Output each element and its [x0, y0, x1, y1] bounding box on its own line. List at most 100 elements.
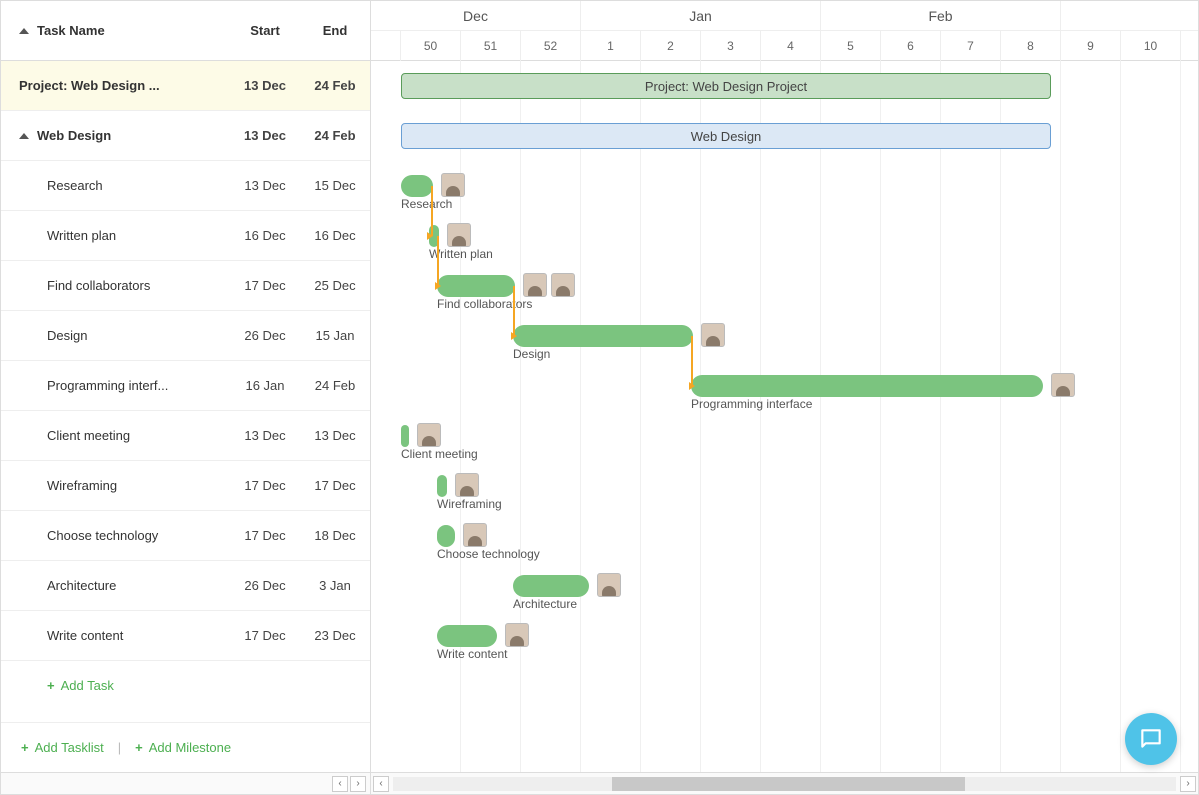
- gantt-h-scroll: ‹ ›: [371, 772, 1198, 794]
- project-summary-bar[interactable]: Project: Web Design Project: [401, 73, 1051, 99]
- chat-icon: [1138, 726, 1164, 752]
- task-end: 15 Jan: [300, 328, 370, 343]
- gantt-row: Architecture: [371, 561, 1198, 611]
- task-bar[interactable]: [437, 275, 515, 297]
- task-row[interactable]: Written plan 16 Dec 16 Dec: [1, 211, 370, 261]
- task-bar-label: Design: [513, 347, 550, 361]
- plus-icon: +: [21, 740, 29, 755]
- gantt-body[interactable]: Project: Web Design ProjectWeb DesignRes…: [371, 61, 1198, 772]
- assignee-avatar[interactable]: [701, 323, 725, 347]
- scroll-track[interactable]: [393, 777, 1176, 791]
- group-summary-bar[interactable]: Web Design: [401, 123, 1051, 149]
- task-bar[interactable]: [437, 625, 497, 647]
- col-start[interactable]: Start: [230, 23, 300, 38]
- task-bar[interactable]: [401, 425, 409, 447]
- gantt-row: Design: [371, 311, 1198, 361]
- task-bar-label: Architecture: [513, 597, 577, 611]
- assignee-avatar[interactable]: [417, 423, 441, 447]
- assignee-avatar[interactable]: [597, 573, 621, 597]
- project-start: 13 Dec: [230, 78, 300, 93]
- group-row[interactable]: Web Design 13 Dec 24 Feb: [1, 111, 370, 161]
- task-row[interactable]: Client meeting 13 Dec 13 Dec: [1, 411, 370, 461]
- task-bar[interactable]: [513, 575, 589, 597]
- task-row[interactable]: Choose technology 17 Dec 18 Dec: [1, 511, 370, 561]
- week-header: 2: [641, 31, 701, 61]
- task-row[interactable]: Wireframing 17 Dec 17 Dec: [1, 461, 370, 511]
- assignee-avatar[interactable]: [551, 273, 575, 297]
- gantt-row: Find collaborators: [371, 261, 1198, 311]
- task-name: Research: [47, 178, 103, 193]
- task-bar[interactable]: [437, 525, 455, 547]
- assignee-avatar[interactable]: [1051, 373, 1075, 397]
- scroll-left-button[interactable]: ‹: [332, 776, 348, 792]
- gantt-row: Write content: [371, 611, 1198, 661]
- task-start: 17 Dec: [230, 278, 300, 293]
- add-milestone-button[interactable]: +Add Milestone: [135, 740, 231, 755]
- group-caret-icon[interactable]: [19, 133, 29, 139]
- task-start: 17 Dec: [230, 478, 300, 493]
- week-header: 5: [821, 31, 881, 61]
- assignee-avatar[interactable]: [441, 173, 465, 197]
- task-end: 16 Dec: [300, 228, 370, 243]
- task-bar-label: Find collaborators: [437, 297, 532, 311]
- assignee-avatar[interactable]: [447, 223, 471, 247]
- add-task-button[interactable]: + Add Task: [1, 661, 370, 709]
- scroll-right-button[interactable]: ›: [1180, 776, 1196, 792]
- dependency-line: [431, 186, 433, 236]
- assignee-avatar[interactable]: [455, 473, 479, 497]
- month-header: Dec: [371, 1, 581, 30]
- task-row[interactable]: Design 26 Dec 15 Jan: [1, 311, 370, 361]
- collapse-all-icon[interactable]: [19, 28, 29, 34]
- task-end: 24 Feb: [300, 378, 370, 393]
- task-bar[interactable]: [691, 375, 1043, 397]
- task-bar[interactable]: [437, 475, 447, 497]
- col-task-name[interactable]: Task Name: [37, 23, 105, 38]
- project-row[interactable]: Project: Web Design ... 13 Dec 24 Feb: [1, 61, 370, 111]
- task-row[interactable]: Programming interf... 16 Jan 24 Feb: [1, 361, 370, 411]
- bottom-actions: +Add Tasklist | +Add Milestone: [1, 722, 370, 772]
- task-start: 16 Dec: [230, 228, 300, 243]
- dependency-line: [513, 286, 515, 336]
- scroll-right-button[interactable]: ›: [350, 776, 366, 792]
- task-bar[interactable]: [513, 325, 693, 347]
- scroll-left-button[interactable]: ‹: [373, 776, 389, 792]
- task-row[interactable]: Find collaborators 17 Dec 25 Dec: [1, 261, 370, 311]
- week-header: 8: [1001, 31, 1061, 61]
- project-end: 24 Feb: [300, 78, 370, 93]
- task-name: Find collaborators: [47, 278, 150, 293]
- task-row[interactable]: Write content 17 Dec 23 Dec: [1, 611, 370, 661]
- week-header: 7: [941, 31, 1001, 61]
- timeline-header: DecJanFeb 50515212345678910: [371, 1, 1198, 61]
- dependency-arrow-icon: [435, 282, 441, 290]
- col-end[interactable]: End: [300, 23, 370, 38]
- dependency-arrow-icon: [427, 232, 433, 240]
- gantt-row: Wireframing: [371, 461, 1198, 511]
- chat-button[interactable]: [1125, 713, 1177, 765]
- week-header: 4: [761, 31, 821, 61]
- task-end: 18 Dec: [300, 528, 370, 543]
- task-start: 17 Dec: [230, 628, 300, 643]
- task-row[interactable]: Architecture 26 Dec 3 Jan: [1, 561, 370, 611]
- assignee-avatar[interactable]: [463, 523, 487, 547]
- week-header: 50: [401, 31, 461, 61]
- task-bar-label: Programming interface: [691, 397, 812, 411]
- group-start: 13 Dec: [230, 128, 300, 143]
- plus-icon: +: [135, 740, 143, 755]
- add-tasklist-button[interactable]: +Add Tasklist: [21, 740, 104, 755]
- week-header: 6: [881, 31, 941, 61]
- scroll-thumb[interactable]: [612, 777, 964, 791]
- task-name: Wireframing: [47, 478, 117, 493]
- task-start: 17 Dec: [230, 528, 300, 543]
- task-bar-label: Write content: [437, 647, 507, 661]
- task-end: 25 Dec: [300, 278, 370, 293]
- week-header: 1: [581, 31, 641, 61]
- left-scroll-nav: ‹ ›: [1, 772, 370, 794]
- task-bar[interactable]: [401, 175, 433, 197]
- assignee-avatar[interactable]: [523, 273, 547, 297]
- assignee-avatar[interactable]: [505, 623, 529, 647]
- dependency-line: [691, 336, 693, 386]
- task-name: Programming interf...: [47, 378, 168, 393]
- task-start: 26 Dec: [230, 578, 300, 593]
- task-end: 23 Dec: [300, 628, 370, 643]
- task-row[interactable]: Research 13 Dec 15 Dec: [1, 161, 370, 211]
